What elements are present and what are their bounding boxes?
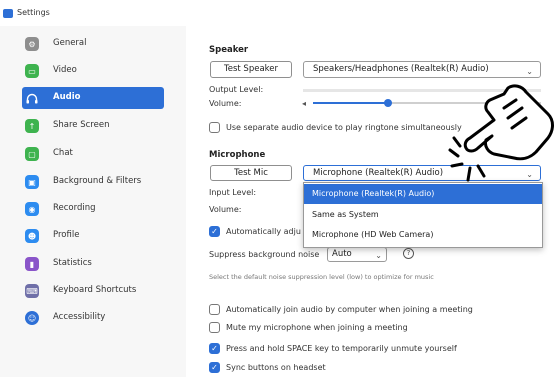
dropdown-option-label: Microphone (HD Web Camera)	[312, 230, 434, 239]
speaker-section-title: Speaker	[209, 45, 249, 55]
speaker-volume-knob[interactable]	[384, 99, 392, 107]
sidebar-item-label: Video	[53, 65, 77, 75]
sidebar-item-audio[interactable]: Audio	[22, 87, 164, 109]
headphones-icon	[25, 91, 39, 105]
auto-adjust-label: Automatically adju	[226, 227, 301, 236]
space-unmute-label: Press and hold SPACE key to temporarily …	[226, 344, 457, 353]
suppress-noise-label: Suppress background noise	[209, 250, 320, 259]
auto-join-audio-checkbox[interactable]	[209, 304, 220, 315]
share-screen-icon: ↑	[25, 119, 39, 133]
suppress-noise-value: Auto	[332, 249, 352, 259]
sidebar-item-label: Chat	[53, 148, 73, 158]
sidebar-item-label: General	[53, 38, 87, 48]
output-level-label: Output Level:	[209, 85, 264, 94]
pointing-hand-icon	[448, 84, 554, 182]
sidebar-item-label: Background & Filters	[53, 176, 142, 186]
sync-headset-checkbox[interactable]: ✓	[209, 362, 220, 373]
test-speaker-button[interactable]: Test Speaker	[210, 61, 292, 78]
mute-on-join-label: Mute my microphone when joining a meetin…	[226, 323, 408, 332]
title-bar: Settings	[0, 0, 555, 26]
sidebar-item-label: Recording	[53, 203, 96, 213]
ringtone-checkbox[interactable]	[209, 122, 220, 133]
speaker-volume-label: Volume:	[209, 99, 242, 108]
auto-adjust-checkbox[interactable]: ✓	[209, 226, 220, 237]
help-icon[interactable]: ?	[403, 248, 414, 259]
chat-icon: ▢	[25, 147, 39, 161]
sidebar-item-video[interactable]: ▭ Video	[22, 60, 164, 82]
sidebar-item-label: Statistics	[53, 258, 92, 268]
speaker-device-select[interactable]: Speakers/Headphones (Realtek(R) Audio) ⌄	[303, 61, 541, 78]
accessibility-icon: ☺	[25, 311, 39, 325]
suppress-noise-hint: Select the default noise suppression lev…	[209, 273, 434, 281]
test-mic-button[interactable]: Test Mic	[210, 165, 292, 181]
sidebar-item-background-filters[interactable]: ▣ Background & Filters	[22, 171, 164, 193]
space-unmute-checkbox[interactable]: ✓	[209, 343, 220, 354]
speaker-volume-fill	[313, 102, 388, 104]
input-level-label: Input Level:	[209, 188, 257, 197]
sidebar-item-share-screen[interactable]: ↑ Share Screen	[22, 115, 164, 137]
sidebar-item-label: Profile	[53, 230, 80, 240]
sync-headset-label: Sync buttons on headset	[226, 363, 326, 372]
speaker-device-value: Speakers/Headphones (Realtek(R) Audio)	[313, 64, 489, 74]
ringtone-label: Use separate audio device to play ringto…	[226, 123, 462, 132]
auto-join-audio-label: Automatically join audio by computer whe…	[226, 305, 473, 314]
keyboard-icon: ⌨	[25, 284, 39, 298]
sidebar-item-label: Keyboard Shortcuts	[53, 285, 137, 295]
video-icon: ▭	[25, 64, 39, 78]
sidebar-item-recording[interactable]: ◉ Recording	[22, 198, 164, 220]
sidebar-item-general[interactable]: ⚙ General	[22, 33, 164, 55]
sidebar-item-accessibility[interactable]: ☺ Accessibility	[22, 307, 164, 329]
dropdown-option-label: Microphone (Realtek(R) Audio)	[312, 189, 435, 198]
sidebar-item-profile[interactable]: ☻ Profile	[22, 225, 164, 247]
mute-on-join-checkbox[interactable]	[209, 322, 220, 333]
microphone-section-title: Microphone	[209, 150, 266, 160]
dropdown-option-label: Same as System	[312, 210, 379, 219]
profile-icon: ☻	[25, 229, 39, 243]
gear-icon: ⚙	[25, 37, 39, 51]
suppress-noise-select[interactable]: Auto ⌄	[327, 247, 387, 262]
sidebar-item-statistics[interactable]: ▮ Statistics	[22, 253, 164, 275]
sidebar-item-label: Accessibility	[53, 312, 106, 322]
sidebar-item-chat[interactable]: ▢ Chat	[22, 143, 164, 165]
volume-low-icon: ◂	[302, 99, 307, 108]
mic-volume-label: Volume:	[209, 205, 242, 214]
sidebar: ⚙ General ▭ Video Audio ↑ Share Screen ▢…	[0, 26, 186, 377]
background-icon: ▣	[25, 175, 39, 189]
chevron-down-icon: ⌄	[375, 251, 382, 260]
microphone-dropdown-list: Microphone (Realtek(R) Audio) Same as Sy…	[303, 182, 543, 248]
microphone-device-value: Microphone (Realtek(R) Audio)	[313, 168, 444, 178]
dropdown-option[interactable]: Same as System	[304, 205, 542, 225]
chevron-down-icon: ⌄	[526, 67, 533, 76]
app-icon	[3, 9, 13, 18]
sidebar-item-label: Audio	[53, 92, 81, 102]
dropdown-option[interactable]: Microphone (HD Web Camera)	[304, 225, 542, 245]
recording-icon: ◉	[25, 202, 39, 216]
statistics-icon: ▮	[25, 257, 39, 271]
window-title: Settings	[17, 8, 50, 17]
sidebar-item-keyboard-shortcuts[interactable]: ⌨ Keyboard Shortcuts	[22, 280, 164, 302]
sidebar-item-label: Share Screen	[53, 120, 110, 130]
